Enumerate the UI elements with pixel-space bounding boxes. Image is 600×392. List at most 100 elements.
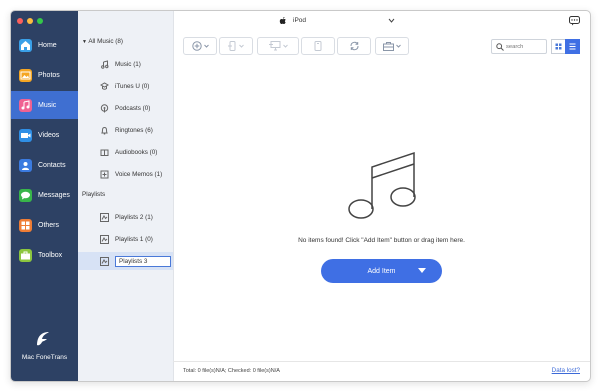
chevron-down-icon[interactable]: [388, 18, 395, 23]
sidebar-item-label: Music: [38, 101, 57, 109]
delete-button[interactable]: [301, 37, 335, 55]
tree-item-label: Ringtones (6): [115, 126, 153, 134]
chevron-down-icon: [396, 44, 401, 48]
playlist-item[interactable]: Playlists 1 (0): [78, 230, 173, 248]
device-name: iPod: [293, 17, 307, 24]
file-count-summary: Total: 0 file(s)N/A; Checked: 0 file(s)N…: [183, 368, 280, 374]
add-item-button[interactable]: Add Item: [321, 259, 442, 283]
tree-item[interactable]: Ringtones (6): [78, 121, 173, 139]
tree-item[interactable]: Audiobooks (0): [78, 143, 173, 161]
empty-state-message: No items found! Click "Add Item" button …: [298, 237, 465, 244]
sidebar-item-label: Others: [38, 221, 60, 229]
app-window: Home Photos Music Videos Contacts Messages Oth…: [10, 10, 591, 382]
podcast-icon: [100, 103, 109, 113]
fonetrans-logo: [37, 332, 49, 346]
tree-item[interactable]: Podcasts (0): [78, 99, 173, 117]
sidebar-item-home[interactable]: Home: [11, 31, 78, 59]
add-button[interactable]: [183, 37, 217, 55]
phone-export-icon: [228, 41, 236, 51]
triangle-down-icon: ▼: [82, 39, 87, 45]
home-icon: [19, 38, 32, 52]
sidebar-item-contacts[interactable]: Contacts: [11, 151, 78, 179]
tree-item-label: Podcasts (0): [115, 104, 151, 112]
title-bar: [173, 11, 590, 32]
grid-icon: [555, 43, 562, 50]
music-tree-panel: ▼ All Music (8) Music (1) iTunes U (0) Pod…: [78, 11, 174, 381]
toolbox-button[interactable]: [375, 37, 409, 55]
sidebar-item-label: Home: [38, 41, 57, 49]
chevron-down-icon: [239, 44, 244, 48]
tree-item[interactable]: Music (1): [78, 55, 173, 73]
music-icon: [19, 98, 32, 112]
toolbox-icon: [19, 248, 32, 262]
sidebar-item-label: Photos: [38, 71, 60, 79]
caret-down-icon[interactable]: [418, 268, 426, 273]
bell-icon: [100, 126, 109, 135]
contacts-icon: [19, 158, 32, 172]
device-icon: [314, 41, 322, 51]
list-view-button[interactable]: [565, 39, 580, 54]
playlist-label: Playlists 2 (1): [115, 213, 153, 221]
music-note-icon: [100, 59, 109, 69]
zoom-window-button[interactable]: [37, 18, 43, 24]
sidebar-item-toolbox[interactable]: Toolbox: [11, 241, 78, 269]
videos-icon: [19, 128, 32, 142]
data-lost-link[interactable]: Data lost?: [552, 367, 580, 374]
refresh-icon: [350, 41, 358, 51]
export-to-device-button[interactable]: [219, 37, 253, 55]
device-selector[interactable]: iPod: [279, 16, 306, 25]
tree-item-label: Audiobooks (0): [115, 148, 158, 156]
chevron-down-icon: [203, 44, 209, 48]
window-controls: [17, 18, 43, 24]
search-input[interactable]: [504, 43, 542, 50]
add-circle-icon: [191, 41, 202, 51]
photos-icon: [19, 68, 32, 82]
sidebar-item-label: Videos: [38, 131, 60, 139]
tree-item-label: iTunes U (0): [115, 82, 150, 90]
playlist-icon: [100, 212, 109, 222]
playlist-item[interactable]: Playlists 2 (1): [78, 208, 173, 226]
others-icon: [19, 218, 32, 232]
search-icon: [496, 42, 504, 51]
sync-button[interactable]: [337, 37, 371, 55]
briefcase-icon: [383, 41, 394, 51]
search-box[interactable]: [491, 39, 547, 54]
feedback-icon[interactable]: [569, 16, 580, 26]
sidebar-item-others[interactable]: Others: [11, 211, 78, 239]
status-bar: Total: 0 file(s)N/A; Checked: 0 file(s)N…: [173, 361, 590, 381]
brand-name: Mac FoneTrans: [21, 354, 68, 361]
playlists-header: Playlists: [82, 191, 106, 198]
itunes-u-icon: [100, 81, 109, 91]
voice-memo-icon: [100, 170, 109, 179]
playlist-icon: [100, 234, 109, 244]
playlist-label: Playlists 1 (0): [115, 235, 153, 243]
sidebar-item-label: Contacts: [38, 161, 66, 169]
playlist-icon: [100, 256, 109, 266]
apple-icon: [279, 17, 286, 24]
list-icon: [569, 43, 576, 50]
audiobook-icon: [100, 148, 109, 157]
add-item-label: Add Item: [367, 267, 396, 275]
playlist-label[interactable]: Playlists 3: [115, 255, 171, 267]
sidebar-item-label: Messages: [38, 191, 70, 199]
minimize-window-button[interactable]: [27, 18, 33, 24]
tree-item-label: Voice Memos (1): [115, 170, 163, 178]
music-note-icon: [348, 151, 416, 219]
grid-view-button[interactable]: [551, 39, 566, 54]
playlist-item[interactable]: Playlists 3: [78, 252, 173, 270]
sidebar: Home Photos Music Videos Contacts Messages Oth…: [11, 11, 78, 381]
sidebar-item-label: Toolbox: [38, 251, 63, 259]
export-to-pc-button[interactable]: [257, 37, 299, 55]
sidebar-item-videos[interactable]: Videos: [11, 121, 78, 149]
chevron-down-icon: [282, 44, 288, 48]
all-music-header[interactable]: ▼ All Music (8): [82, 38, 123, 45]
sidebar-item-music[interactable]: Music: [11, 91, 78, 119]
close-window-button[interactable]: [17, 18, 23, 24]
sidebar-item-photos[interactable]: Photos: [11, 61, 78, 89]
messages-icon: [19, 188, 32, 202]
tree-item-label: Music (1): [115, 60, 141, 68]
sidebar-item-messages[interactable]: Messages: [11, 181, 78, 209]
tree-item[interactable]: iTunes U (0): [78, 77, 173, 95]
tree-item[interactable]: Voice Memos (1): [78, 165, 173, 183]
computer-export-icon: [268, 41, 280, 51]
